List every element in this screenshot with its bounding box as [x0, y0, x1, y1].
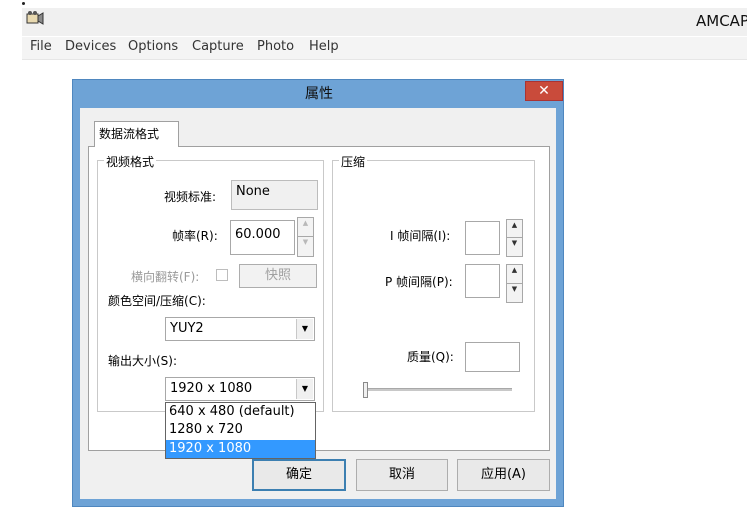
menu-photo[interactable]: Photo — [257, 39, 294, 54]
menu-options[interactable]: Options — [128, 39, 178, 54]
i-frame-input[interactable] — [465, 221, 500, 255]
output-size-value: 1920 x 1080 — [170, 381, 253, 396]
spin-up-icon[interactable]: ▲ — [507, 265, 522, 284]
menu-capture[interactable]: Capture — [192, 39, 244, 54]
spin-up-icon[interactable]: ▲ — [298, 218, 313, 237]
i-frame-spinner[interactable]: ▲ ▼ — [506, 219, 523, 257]
quality-input[interactable] — [465, 342, 520, 372]
video-format-group-label: 视频格式 — [104, 153, 157, 170]
chevron-down-icon[interactable]: ▼ — [296, 379, 313, 399]
compression-group-label: 压缩 — [339, 153, 368, 170]
dialog-title: 属性 — [305, 86, 333, 102]
dropdown-option[interactable]: 1280 x 720 — [166, 421, 315, 439]
spin-down-icon[interactable]: ▼ — [507, 238, 522, 256]
ok-button[interactable]: 确定 — [252, 459, 346, 491]
colorspace-select[interactable]: YUY2 ▼ — [165, 317, 315, 341]
quality-label: 质量(Q): — [407, 350, 454, 364]
menu-help[interactable]: Help — [309, 39, 339, 54]
flip-checkbox[interactable] — [216, 269, 228, 281]
quality-slider-track[interactable] — [364, 388, 512, 391]
spin-up-icon[interactable]: ▲ — [507, 220, 522, 238]
chevron-down-icon[interactable]: ▼ — [296, 319, 313, 339]
i-frame-label: I 帧间隔(I): — [390, 229, 451, 243]
colorspace-label: 颜色空间/压缩(C): — [108, 294, 206, 308]
colorspace-value: YUY2 — [170, 321, 204, 336]
snapshot-button[interactable]: 快照 — [239, 264, 317, 288]
flip-label: 横向翻转(F): — [131, 270, 200, 284]
quality-slider-thumb[interactable] — [363, 382, 368, 398]
video-standard-field: None — [231, 180, 318, 210]
spin-down-icon[interactable]: ▼ — [298, 237, 313, 256]
spin-down-icon[interactable]: ▼ — [507, 284, 522, 303]
output-size-label: 输出大小(S): — [108, 354, 178, 368]
cancel-button[interactable]: 取消 — [356, 459, 448, 491]
app-title: AMCAP — [696, 12, 747, 30]
tab-stream-format[interactable]: 数据流格式 — [94, 121, 179, 147]
video-standard-label: 视频标准: — [164, 190, 217, 204]
p-frame-spinner[interactable]: ▲ ▼ — [506, 264, 523, 303]
output-size-dropdown: 640 x 480 (default) 1280 x 720 1920 x 10… — [165, 402, 316, 459]
p-frame-label: P 帧间隔(P): — [385, 275, 453, 289]
p-frame-input[interactable] — [465, 264, 500, 298]
camera-icon[interactable] — [26, 10, 44, 26]
dropdown-option-selected[interactable]: 1920 x 1080 — [166, 440, 315, 458]
close-button[interactable]: ✕ — [525, 81, 563, 101]
output-size-select[interactable]: 1920 x 1080 ▼ — [165, 377, 315, 401]
apply-button[interactable]: 应用(A) — [457, 459, 550, 491]
dropdown-option[interactable]: 640 x 480 (default) — [166, 403, 315, 421]
framerate-spinner[interactable]: ▲ ▼ — [297, 217, 314, 257]
framerate-label: 帧率(R): — [172, 229, 218, 243]
window-dot — [22, 2, 25, 5]
menu-bar: File Devices Options Capture Photo Help — [22, 37, 747, 60]
app-title-bar — [22, 8, 747, 36]
framerate-input[interactable]: 60.000 — [230, 220, 295, 255]
menu-devices[interactable]: Devices — [65, 39, 116, 54]
menu-file[interactable]: File — [30, 39, 52, 54]
